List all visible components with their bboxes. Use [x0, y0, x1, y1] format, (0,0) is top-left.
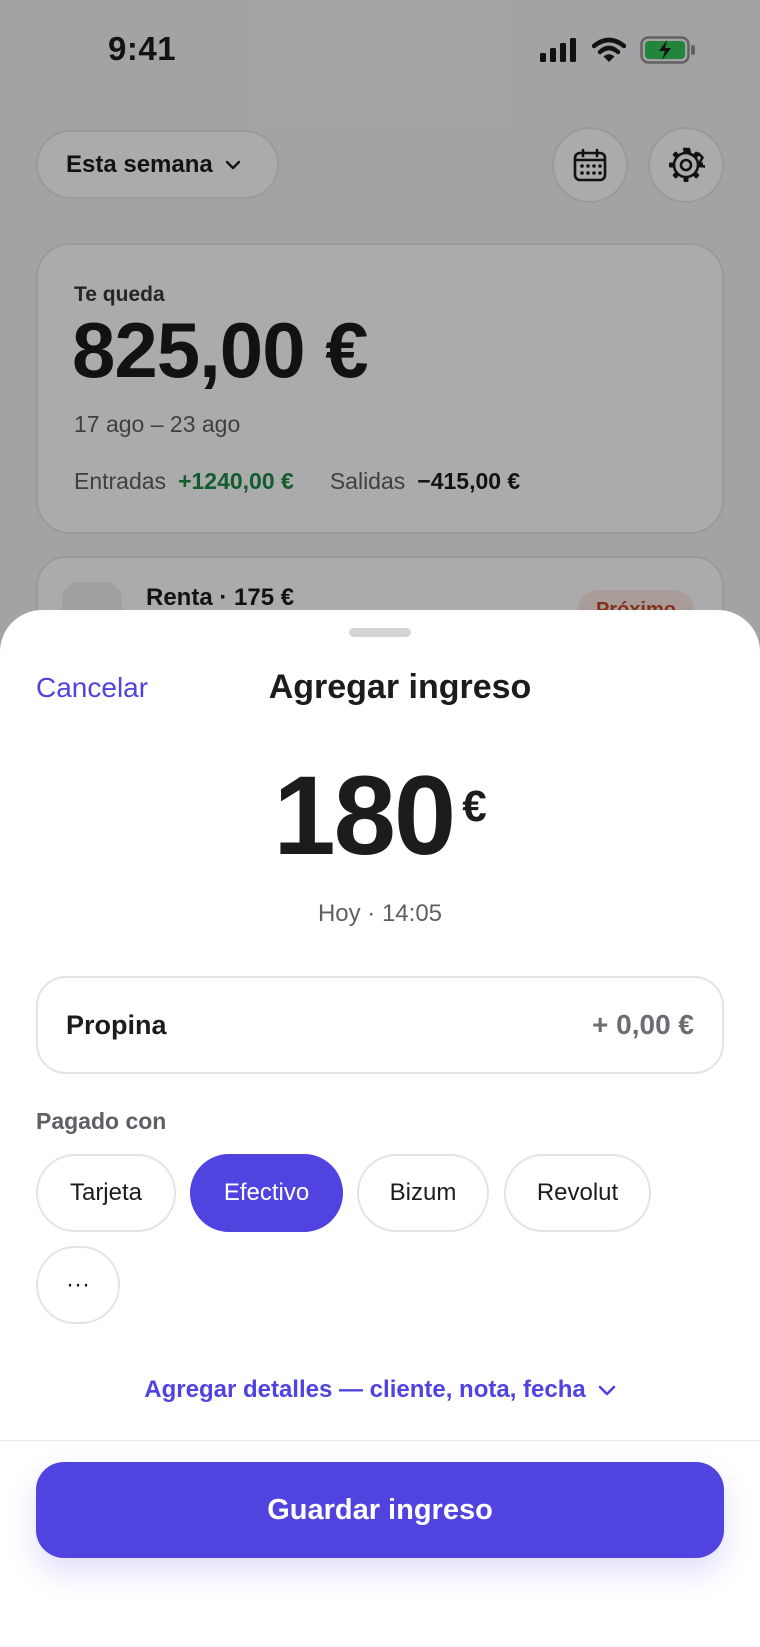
- tip-label: Propina: [66, 1009, 167, 1040]
- payment-chip-efectivo[interactable]: Efectivo: [190, 1154, 343, 1232]
- footer-divider: [0, 1440, 760, 1441]
- payment-chip-revolut[interactable]: Revolut: [504, 1154, 651, 1232]
- payment-chip-more[interactable]: ···: [36, 1246, 120, 1324]
- currency-symbol: €: [462, 782, 487, 831]
- sheet-title: Agregar ingreso: [268, 668, 532, 706]
- save-income-button[interactable]: Guardar ingreso: [36, 1462, 724, 1558]
- paid-with-label: Pagado con: [36, 1108, 167, 1134]
- chevron-down-icon: [598, 1385, 616, 1396]
- amount-value: 180: [273, 753, 456, 878]
- add-income-sheet: Cancelar Agregar ingreso 180 € Hoy · 14:…: [0, 610, 760, 1647]
- timestamp: Hoy · 14:05: [317, 900, 443, 927]
- add-details-link[interactable]: Agregar detalles — cliente, nota, fecha: [0, 1376, 760, 1404]
- payment-chip-bizum[interactable]: Bizum: [357, 1154, 489, 1232]
- add-details-label: Agregar detalles — cliente, nota, fecha: [144, 1376, 586, 1403]
- tip-field[interactable]: Propina + 0,00 €: [36, 976, 724, 1074]
- payment-chip-tarjeta[interactable]: Tarjeta: [36, 1154, 176, 1232]
- amount-display[interactable]: 180 €: [0, 760, 760, 872]
- sheet-grabber[interactable]: [349, 628, 411, 637]
- tip-value: + 0,00 €: [592, 1009, 694, 1040]
